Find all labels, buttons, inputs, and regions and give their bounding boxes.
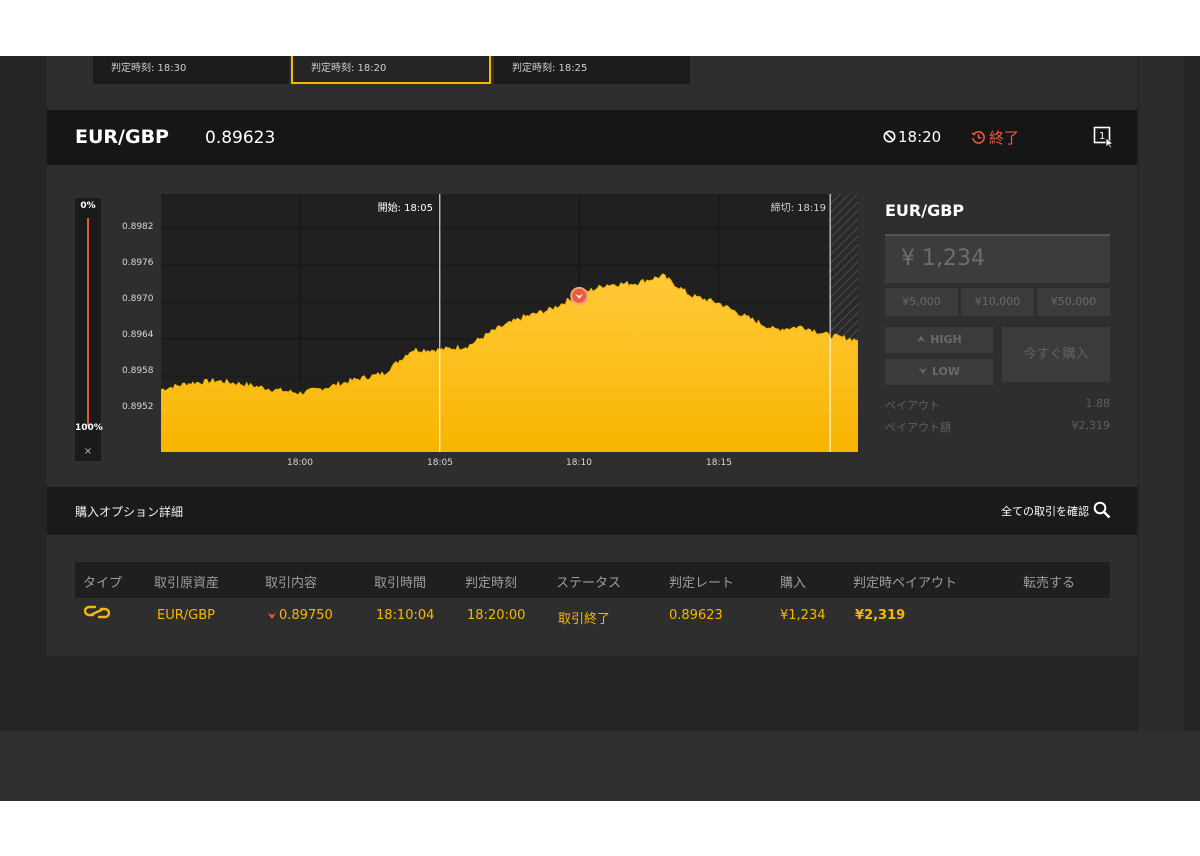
high-button[interactable]: HIGH xyxy=(885,327,993,353)
amount-input[interactable]: ¥ 1,234 xyxy=(885,234,1110,283)
payout-label: ペイアウト xyxy=(885,399,940,412)
one-click-icon-digit: 1 xyxy=(1099,131,1105,142)
expiry-tab-label: 判定時刻: 18:25 xyxy=(512,63,588,74)
y-tick-label: 0.8958 xyxy=(122,366,154,376)
view-all-trades-link[interactable]: 全ての取引を確認 xyxy=(1001,503,1089,519)
app: 判定時刻: 18:30 判定時刻: 18:20 判定時刻: 18:25 EUR/… xyxy=(0,56,1200,801)
column-header: 判定時刻 xyxy=(465,576,518,591)
y-tick-label: 0.8952 xyxy=(122,402,154,412)
row-trade-time: 18:10:04 xyxy=(376,608,435,623)
no-entry-icon xyxy=(883,130,896,143)
quick-amount-5000-button[interactable]: ¥5,000 xyxy=(885,288,958,316)
trades-table-header: タイプ 取引原資産 取引内容 取引時間 判定時刻 ステータス 判定レート 購入 … xyxy=(75,562,1110,598)
expiry-tab-1825[interactable]: 判定時刻: 18:25 xyxy=(494,56,690,84)
one-click-icon[interactable]: 1 xyxy=(1093,126,1115,148)
asset-header: EUR/GBP 0.89623 18:20 終了 1 xyxy=(47,110,1137,165)
row-payout: ¥2,319 xyxy=(855,608,906,623)
gauge-bar xyxy=(87,218,89,426)
y-tick-label: 0.8964 xyxy=(122,330,154,340)
column-header: 取引原資産 xyxy=(154,576,220,591)
gauge-top-label: 0% xyxy=(80,201,96,211)
y-tick-label: 0.8970 xyxy=(122,294,154,304)
y-tick-label: 0.8982 xyxy=(122,222,154,232)
column-header: 判定レート xyxy=(669,576,735,591)
purchase-details-header: 購入オプション詳細 全ての取引を確認 xyxy=(47,487,1137,535)
row-judge-time: 18:20:00 xyxy=(467,608,526,623)
trade-panel-container: 判定時刻: 18:30 判定時刻: 18:20 判定時刻: 18:25 EUR/… xyxy=(47,56,1137,656)
row-judge-rate: 0.89623 xyxy=(669,608,723,623)
column-header: ステータス xyxy=(556,576,622,591)
trade-panel-title: EUR/GBP xyxy=(885,201,965,220)
expiry-tab-1820[interactable]: 判定時刻: 18:20 xyxy=(291,56,491,84)
column-header: 取引時間 xyxy=(374,576,427,591)
current-rate: 0.89623 xyxy=(205,128,276,148)
buy-now-button[interactable]: 今すぐ購入 xyxy=(1002,327,1110,382)
section-title: 購入オプション詳細 xyxy=(75,505,184,519)
low-label: LOW xyxy=(931,365,961,378)
x-tick-label: 18:00 xyxy=(287,458,313,468)
expiry-clock-time: 18:20 xyxy=(898,128,942,146)
row-content: 0.89750 xyxy=(267,608,333,623)
quick-amount-50000-button[interactable]: ¥50,000 xyxy=(1037,288,1110,316)
payout-amount-label: ペイアウト額 xyxy=(885,421,951,434)
trading-status: 終了 xyxy=(971,127,1019,148)
search-icon[interactable] xyxy=(1093,501,1111,519)
high-arrow-icon xyxy=(917,336,926,342)
price-chart: 開始: 18:05 締切: 18:19 xyxy=(161,194,858,452)
x-tick-label: 18:15 xyxy=(706,458,732,468)
column-header: 判定時ペイアウト xyxy=(853,576,958,591)
row-asset: EUR/GBP xyxy=(157,608,215,623)
expiry-tab-label: 判定時刻: 18:30 xyxy=(111,63,187,74)
row-status: 取引終了 xyxy=(558,612,611,627)
gauge-close-button[interactable]: × xyxy=(75,446,101,457)
footer-strip xyxy=(0,731,1200,801)
x-tick-label: 18:05 xyxy=(427,458,453,468)
expiry-tab-1830[interactable]: 判定時刻: 18:30 xyxy=(93,56,289,84)
expiry-tab-label: 判定時刻: 18:20 xyxy=(311,63,387,74)
low-button[interactable]: LOW xyxy=(885,359,993,385)
low-arrow-icon xyxy=(918,368,927,374)
quick-amount-10000-button[interactable]: ¥10,000 xyxy=(961,288,1034,316)
column-header: 取引内容 xyxy=(265,576,318,591)
link-chain-icon xyxy=(84,605,110,619)
history-icon xyxy=(971,131,985,144)
column-header: タイプ xyxy=(83,576,123,591)
x-tick-label: 18:10 xyxy=(566,458,592,468)
payout-amount-value: ¥2,319 xyxy=(1071,419,1111,432)
y-tick-label: 0.8976 xyxy=(122,258,154,268)
payout-value: 1.88 xyxy=(1085,397,1111,410)
column-header: 購入 xyxy=(780,576,807,591)
low-direction-icon xyxy=(268,612,276,619)
sentiment-gauge: 0% 100% × xyxy=(75,198,103,461)
row-purchase: ¥1,234 xyxy=(780,608,826,623)
start-time-label: 開始: 18:05 xyxy=(378,201,433,214)
high-label: HIGH xyxy=(930,333,962,346)
row-content-value: 0.89750 xyxy=(279,608,333,623)
gauge-bottom-label: 100% xyxy=(75,423,103,433)
right-scroll-area xyxy=(1139,56,1184,731)
trading-status-label: 終了 xyxy=(989,129,1020,147)
column-header: 転売する xyxy=(1023,576,1076,591)
asset-pair: EUR/GBP xyxy=(75,126,169,148)
close-time-label: 締切: 18:19 xyxy=(771,201,826,214)
expiry-clock: 18:20 xyxy=(883,128,941,146)
